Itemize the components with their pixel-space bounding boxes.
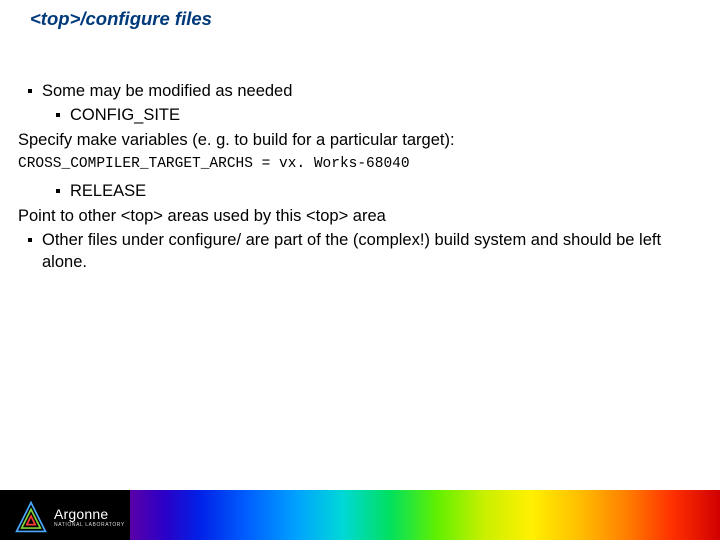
slide-body: Some may be modified as needed CONFIG_SI…: [18, 80, 702, 275]
bullet-description: Point to other <top> areas used by this …: [18, 205, 702, 227]
bullet-level1: Other files under configure/ are part of…: [28, 229, 702, 274]
bullet-text: Some may be modified as needed: [42, 80, 292, 102]
bullet-dot-icon: [56, 189, 60, 193]
bullet-level1: Some may be modified as needed: [28, 80, 702, 102]
bullet-description: Specify make variables (e. g. to build f…: [18, 129, 702, 151]
bullet-text: CONFIG_SITE: [70, 104, 180, 126]
code-line: CROSS_COMPILER_TARGET_ARCHS = vx. Works-…: [18, 155, 702, 175]
spectrum-band: [130, 490, 720, 540]
description-text: Specify make variables (e. g. to build f…: [18, 129, 455, 151]
footer-logo: Argonne NATIONAL LABORATORY: [14, 500, 125, 534]
bullet-dot-icon: [28, 89, 32, 93]
bullet-text: Other files under configure/ are part of…: [42, 229, 702, 274]
slide-title: <top>/configure files: [30, 8, 212, 30]
bullet-level2: RELEASE: [56, 180, 702, 202]
bullet-dot-icon: [28, 238, 32, 242]
bullet-dot-icon: [56, 113, 60, 117]
slide: <top>/configure files Some may be modifi…: [0, 0, 720, 540]
argonne-logo-icon: [14, 500, 48, 534]
footer-logo-text: Argonne NATIONAL LABORATORY: [54, 506, 125, 528]
footer-logo-name: Argonne: [54, 506, 125, 522]
footer-logo-sub: NATIONAL LABORATORY: [54, 522, 125, 528]
bullet-level2: CONFIG_SITE: [56, 104, 702, 126]
bullet-text: RELEASE: [70, 180, 146, 202]
footer-bar: Argonne NATIONAL LABORATORY: [0, 490, 720, 540]
description-text: Point to other <top> areas used by this …: [18, 205, 386, 227]
